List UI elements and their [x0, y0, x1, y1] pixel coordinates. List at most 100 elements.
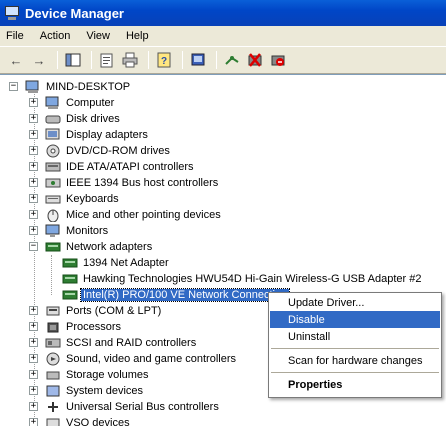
tree-category[interactable]: + VSO devices [29, 415, 132, 426]
expand-toggle[interactable]: + [29, 226, 38, 235]
toolbar-separator [182, 51, 183, 69]
tree-category[interactable]: − Network adapters [29, 239, 154, 255]
tree-category[interactable]: + DVD/CD-ROM drives [29, 143, 172, 159]
monitor-icon [45, 224, 61, 238]
tree-category[interactable]: + Display adapters [29, 127, 150, 143]
forward-icon[interactable]: → [29, 50, 49, 70]
tree-item-label: Sound, video and game controllers [66, 353, 236, 365]
scan-hardware-icon[interactable] [222, 50, 242, 70]
menu-view[interactable]: View [86, 30, 110, 42]
disable-icon[interactable] [268, 50, 288, 70]
tree-category[interactable]: + Sound, video and game controllers [29, 351, 238, 367]
tree-item-label: IEEE 1394 Bus host controllers [66, 177, 219, 189]
toolbar-separator [216, 51, 217, 69]
toolbar-separator [57, 51, 58, 69]
tree-category[interactable]: + SCSI and RAID controllers [29, 335, 198, 351]
computer-icon [45, 96, 61, 110]
tree-root-label: MIND-DESKTOP [46, 81, 131, 93]
svg-text:?: ? [161, 56, 167, 67]
expand-toggle[interactable]: + [29, 418, 38, 426]
expand-toggle[interactable]: + [29, 306, 38, 315]
tree-category[interactable]: + Mice and other pointing devices [29, 207, 223, 223]
tree-item-label: Display adapters [66, 129, 148, 141]
network-adapter-icon [45, 240, 61, 254]
expand-toggle[interactable]: + [29, 338, 38, 347]
network-card-icon [62, 256, 78, 270]
tree-category[interactable]: + Processors [29, 319, 123, 335]
tree-category[interactable]: + IDE ATA/ATAPI controllers [29, 159, 196, 175]
tree-item-label: System devices [66, 385, 144, 397]
menu-properties[interactable]: Properties [270, 376, 440, 393]
uninstall-icon[interactable] [245, 50, 265, 70]
toolbar-separator [148, 51, 149, 69]
tree-item-label: Ports (COM & LPT) [66, 305, 162, 317]
expand-toggle[interactable]: + [29, 210, 38, 219]
tree-category[interactable]: + Monitors [29, 223, 110, 239]
expand-toggle[interactable]: + [29, 162, 38, 171]
menu-help[interactable]: Help [126, 30, 149, 42]
tree-connector [51, 255, 52, 295]
tree-item-label: Disk drives [66, 113, 120, 125]
expand-toggle[interactable]: + [29, 402, 38, 411]
title-bar[interactable]: Device Manager [0, 0, 446, 26]
network-card-icon [62, 288, 78, 302]
tree-category[interactable]: + Universal Serial Bus controllers [29, 399, 221, 415]
back-icon[interactable]: ← [6, 50, 26, 70]
collapse-toggle[interactable]: − [29, 242, 38, 251]
menu-separator [271, 372, 439, 373]
refresh-icon[interactable] [188, 50, 208, 70]
expand-toggle[interactable]: + [29, 194, 38, 203]
expand-toggle[interactable]: + [29, 354, 38, 363]
tree-device[interactable]: Hawking Technologies HWU54D Hi-Gain Wire… [62, 271, 424, 287]
expand-toggle[interactable]: + [29, 370, 38, 379]
tree-item-label: Monitors [66, 225, 109, 237]
vso-device-icon [45, 416, 61, 426]
network-card-icon [62, 272, 78, 286]
processor-icon [45, 320, 61, 334]
tree-item-label: Hawking Technologies HWU54D Hi-Gain Wire… [83, 273, 422, 285]
menu-scan-hardware[interactable]: Scan for hardware changes [270, 352, 440, 369]
expand-toggle[interactable]: + [29, 130, 38, 139]
menu-action[interactable]: Action [40, 30, 71, 42]
tree-item-label: Mice and other pointing devices [66, 209, 221, 221]
menu-disable[interactable]: Disable [270, 311, 440, 328]
system-device-icon [45, 384, 61, 398]
menu-update-driver[interactable]: Update Driver... [270, 294, 440, 311]
show-hide-console-tree-icon[interactable] [63, 50, 83, 70]
tree-category[interactable]: + Computer [29, 95, 116, 111]
tree-item-label: Intel(R) PRO/100 VE Network Connection [79, 288, 291, 302]
expand-toggle[interactable]: + [29, 114, 38, 123]
tree-item-label: Computer [66, 97, 115, 109]
expand-toggle[interactable]: + [29, 322, 38, 331]
tree-category[interactable]: + Disk drives [29, 111, 122, 127]
tree-category[interactable]: + System devices [29, 383, 145, 399]
toolbar: ← → ? [0, 46, 446, 74]
scsi-controller-icon [45, 336, 61, 350]
usb-icon [45, 400, 61, 414]
toolbar-separator [91, 51, 92, 69]
tree-device[interactable]: 1394 Net Adapter [62, 255, 171, 271]
ide-controller-icon [45, 160, 61, 174]
help-icon[interactable]: ? [154, 50, 174, 70]
tree-category[interactable]: + Storage volumes [29, 367, 151, 383]
tree-category[interactable]: + Keyboards [29, 191, 121, 207]
menu-separator [271, 348, 439, 349]
expand-toggle[interactable]: + [29, 178, 38, 187]
collapse-toggle[interactable]: − [9, 82, 18, 91]
dvd-drive-icon [45, 144, 61, 158]
print-icon[interactable] [120, 50, 140, 70]
ieee1394-icon [45, 176, 61, 190]
menu-file[interactable]: File [6, 30, 24, 42]
tree-item-label: IDE ATA/ATAPI controllers [66, 161, 194, 173]
expand-toggle[interactable]: + [29, 146, 38, 155]
menu-uninstall[interactable]: Uninstall [270, 328, 440, 345]
expand-toggle[interactable]: + [29, 98, 38, 107]
window-title: Device Manager [25, 5, 124, 21]
expand-toggle[interactable]: + [29, 386, 38, 395]
tree-item-label: Universal Serial Bus controllers [66, 401, 219, 413]
tree-category[interactable]: + Ports (COM & LPT) [29, 303, 163, 319]
tree-root[interactable]: − MIND-DESKTOP [9, 79, 132, 95]
tree-device[interactable]: Intel(R) PRO/100 VE Network Connection [62, 287, 291, 303]
properties-icon[interactable] [97, 50, 117, 70]
tree-category[interactable]: + IEEE 1394 Bus host controllers [29, 175, 220, 191]
